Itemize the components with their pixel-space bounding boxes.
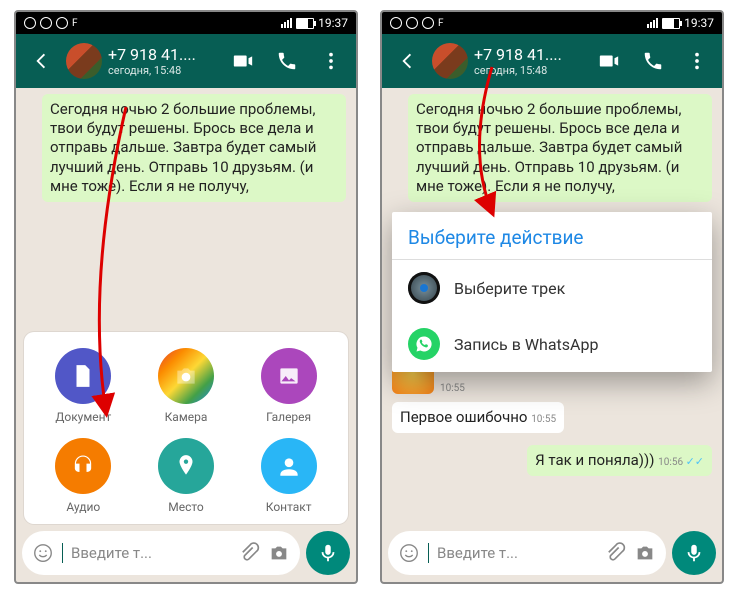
message-time: 10:56 <box>658 457 683 468</box>
notif-icon <box>24 17 36 29</box>
dialog-option-track[interactable]: Выберите трек <box>392 260 712 316</box>
attach-document[interactable]: Документ <box>32 348 135 424</box>
input-cursor <box>428 543 429 563</box>
mic-button[interactable] <box>672 531 716 575</box>
more-icon[interactable] <box>678 50 716 72</box>
phone-right: F 19:37 +7 918 41.... сегодня, 15:48 Сег… <box>380 10 724 584</box>
whatsapp-icon <box>408 328 440 360</box>
voice-call-icon[interactable] <box>268 50 306 72</box>
chat-subtitle: сегодня, 15:48 <box>474 64 584 77</box>
message-bubble[interactable]: Сегодня ночью 2 большие проблемы, твои б… <box>42 94 346 202</box>
notif-icon <box>406 17 418 29</box>
input-row: Введите т... <box>22 530 350 576</box>
header-title-block[interactable]: +7 918 41.... сегодня, 15:48 <box>108 45 218 77</box>
back-icon[interactable] <box>388 50 426 72</box>
message-text: Сегодня ночью 2 большие проблемы, твои б… <box>416 100 682 195</box>
read-tick-icon: ✓✓ <box>686 455 704 468</box>
attach-icon[interactable] <box>238 542 260 564</box>
status-time: 19:37 <box>684 16 714 30</box>
battery-icon <box>296 18 314 29</box>
notif-icon <box>390 17 402 29</box>
chat-title: +7 918 41.... <box>108 45 218 64</box>
battery-icon <box>662 18 680 29</box>
emoji-icon[interactable] <box>32 542 54 564</box>
message-time: 10:55 <box>531 414 556 425</box>
notif-icon <box>422 17 434 29</box>
dialog-option-record[interactable]: Запись в WhatsApp <box>392 316 712 372</box>
phone-left: F 19:37 +7 918 41.... сегодня, 15:48 Сег… <box>14 10 358 584</box>
input-cursor <box>62 543 63 563</box>
signal-icon <box>281 18 292 28</box>
action-dialog: Выберите действие Выберите трек Запись в… <box>392 212 712 372</box>
attach-label: Контакт <box>266 500 312 514</box>
attach-icon[interactable] <box>604 542 626 564</box>
voice-call-icon[interactable] <box>634 50 672 72</box>
attach-label: Место <box>168 500 204 514</box>
chat-title: +7 918 41.... <box>474 45 584 64</box>
status-time: 19:37 <box>318 16 348 30</box>
attachment-sheet: Документ Камера Галерея Аудио Место Конт… <box>24 332 348 524</box>
input-placeholder: Введите т... <box>437 544 596 562</box>
status-bar: F 19:37 <box>382 12 722 34</box>
chat-header: +7 918 41.... сегодня, 15:48 <box>16 34 356 88</box>
notif-icon <box>40 17 52 29</box>
more-icon[interactable] <box>312 50 350 72</box>
input-row: Введите т... <box>388 530 716 576</box>
dialog-option-label: Выберите трек <box>454 279 565 298</box>
message-text: Я так и поняла))) <box>535 451 654 469</box>
chat-subtitle: сегодня, 15:48 <box>108 64 218 77</box>
video-call-icon[interactable] <box>590 50 628 72</box>
mic-button[interactable] <box>306 531 350 575</box>
avatar[interactable] <box>66 43 102 79</box>
signal-icon <box>647 18 658 28</box>
message-time: 10:55 <box>440 383 465 394</box>
attach-contact[interactable]: Контакт <box>237 438 340 514</box>
attach-gallery[interactable]: Галерея <box>237 348 340 424</box>
dialog-option-label: Запись в WhatsApp <box>454 335 598 354</box>
dialog-title: Выберите действие <box>392 212 712 260</box>
video-call-icon[interactable] <box>224 50 262 72</box>
message-bubble-out[interactable]: Я так и поняла))) 10:56 ✓✓ <box>527 445 712 476</box>
avatar[interactable] <box>432 43 468 79</box>
back-icon[interactable] <box>22 50 60 72</box>
message-input[interactable]: Введите т... <box>388 531 666 575</box>
chat-header: +7 918 41.... сегодня, 15:48 <box>382 34 722 88</box>
camera-icon[interactable] <box>634 542 656 564</box>
attach-audio[interactable]: Аудио <box>32 438 135 514</box>
message-text: Первое ошибочно <box>400 408 527 426</box>
message-text: Сегодня ночью 2 большие проблемы, твои б… <box>50 100 316 195</box>
attach-label: Камера <box>165 410 208 424</box>
input-placeholder: Введите т... <box>71 544 230 562</box>
attach-location[interactable]: Место <box>135 438 238 514</box>
message-bubble-in[interactable]: Первое ошибочно 10:55 <box>392 402 564 433</box>
attach-label: Документ <box>55 410 111 424</box>
emoji-icon[interactable] <box>398 542 420 564</box>
camera-icon[interactable] <box>268 542 290 564</box>
attach-camera[interactable]: Камера <box>135 348 238 424</box>
message-input[interactable]: Введите т... <box>22 531 300 575</box>
status-bar: F 19:37 <box>16 12 356 34</box>
message-bubble[interactable]: Сегодня ночью 2 большие проблемы, твои б… <box>408 94 712 202</box>
speaker-icon <box>420 284 428 292</box>
attach-label: Галерея <box>266 410 311 424</box>
attach-label: Аудио <box>66 500 100 514</box>
notif-label: F <box>72 18 78 29</box>
notif-label: F <box>438 18 444 29</box>
notif-icon <box>56 17 68 29</box>
header-title-block[interactable]: +7 918 41.... сегодня, 15:48 <box>474 45 584 77</box>
